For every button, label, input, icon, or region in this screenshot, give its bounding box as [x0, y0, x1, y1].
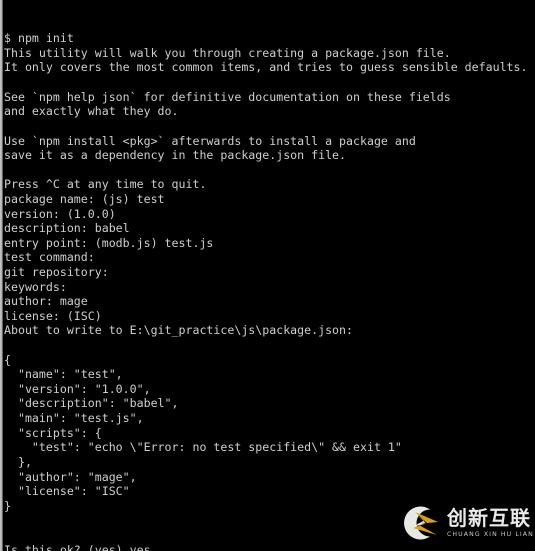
terminal-line: package name: (js) test	[4, 191, 165, 206]
terminal-line: keywords:	[4, 279, 67, 294]
terminal-line: Press ^C at any time to quit.	[4, 177, 207, 192]
terminal-line: git repository:	[4, 265, 109, 279]
terminal-line: Is this ok? (yes) yes	[4, 542, 151, 551]
terminal-line: {	[4, 352, 11, 367]
terminal-line: See `npm help json` for definitive docum…	[4, 89, 451, 104]
terminal-line: license: (ISC)	[4, 308, 102, 323]
terminal-line: "license": "ISC"	[4, 484, 130, 499]
terminal-line: About to write to E:\git_practice\js\pac…	[4, 323, 354, 338]
terminal-output[interactable]: $ npm init This utility will walk you thr…	[4, 0, 535, 551]
terminal-line: This utility will walk you through creat…	[4, 45, 451, 60]
terminal-line: "name": "test",	[4, 367, 123, 382]
terminal-line: "author": "mage",	[4, 469, 137, 484]
terminal-window[interactable]: $ npm init This utility will walk you thr…	[0, 0, 535, 551]
terminal-line: test command:	[4, 250, 95, 265]
terminal-line: and exactly what they do.	[4, 104, 179, 119]
terminal-line: "main": "test.js",	[4, 411, 144, 426]
terminal-line: "test": "echo \"Error: no test specified…	[4, 440, 402, 455]
terminal-line: It only covers the most common items, an…	[4, 60, 528, 75]
terminal-line: },	[4, 454, 32, 469]
terminal-line: $ npm init	[4, 31, 74, 46]
terminal-line: entry point: (modb.js) test.js	[4, 235, 214, 250]
terminal-line: Use `npm install <pkg>` afterwards to in…	[4, 133, 416, 148]
terminal-line: save it as a dependency in the package.j…	[4, 148, 347, 163]
terminal-line: "description": "babel",	[4, 396, 179, 411]
terminal-line: "scripts": {	[4, 425, 102, 440]
terminal-line: }	[4, 498, 11, 513]
terminal-line: description: babel	[4, 221, 130, 236]
terminal-line: version: (1.0.0)	[4, 206, 116, 221]
window-left-edge	[0, 0, 3, 551]
terminal-output-lines: $ npm init This utility will walk you thr…	[4, 31, 535, 551]
terminal-line: author: mage	[4, 294, 88, 309]
terminal-line: "version": "1.0.0",	[4, 381, 151, 396]
